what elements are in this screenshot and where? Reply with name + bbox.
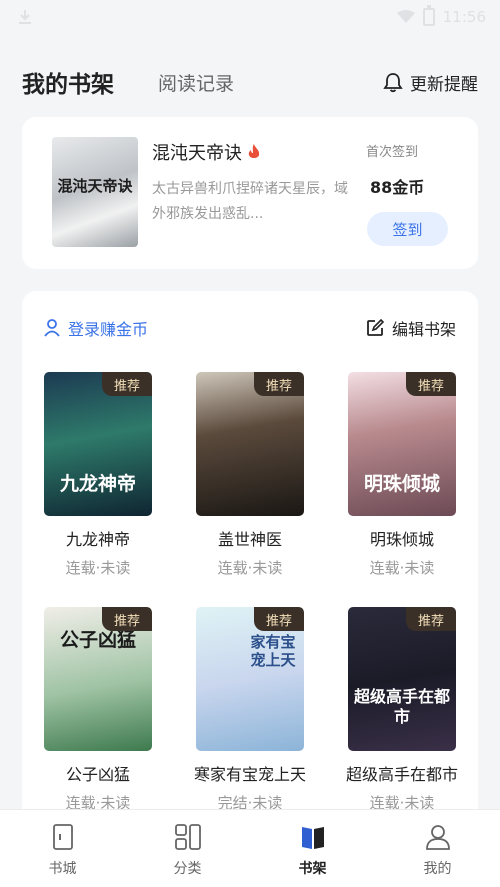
book-status: 连载·未读 xyxy=(369,559,435,577)
book-cover[interactable]: 九龙神帝 推荐 xyxy=(44,372,152,516)
book-title: 明珠倾城 xyxy=(369,530,434,549)
edit-bookshelf-label: 编辑书架 xyxy=(391,320,456,339)
nav-item-category[interactable]: 分类 xyxy=(125,810,250,887)
book-item[interactable]: 家有宝宠上天 推荐 寒家有宝宠上天 完结·未读 xyxy=(194,607,306,837)
nav-label: 我的 xyxy=(423,861,452,877)
category-icon xyxy=(174,824,201,850)
checkin-book-title: 混沌天帝诀 xyxy=(152,143,242,164)
checkin-book-title-row[interactable]: 混沌天帝诀 xyxy=(152,139,260,165)
book-item[interactable]: 超级高手在都市 推荐 超级高手在都市 连载·未读 xyxy=(346,607,458,837)
book-cover-text: 超级高手在都市 xyxy=(353,687,450,726)
wifi-icon xyxy=(396,10,415,23)
checkin-book-cover[interactable]: 混沌天帝诀 xyxy=(52,137,138,247)
bottom-nav: 书城 分类 书架 我的 xyxy=(0,809,500,887)
user-icon xyxy=(44,319,60,337)
update-reminder-button[interactable]: 更新提醒 xyxy=(382,70,478,95)
nav-label: 分类 xyxy=(173,861,202,877)
recommend-badge: 推荐 xyxy=(406,607,456,631)
checkin-reward-panel: 首次签到 88金币 xyxy=(366,141,458,198)
bookshelf-toolbar: 登录赚金币 编辑书架 xyxy=(22,313,478,343)
book-item[interactable]: 公子凶猛 推荐 公子凶猛 连载·未读 xyxy=(44,607,154,837)
book-title: 寒家有宝宠上天 xyxy=(193,765,306,784)
checkin-button[interactable]: 签到 xyxy=(367,212,448,246)
status-time: 11:56 xyxy=(442,8,486,26)
book-status: 连载·未读 xyxy=(65,559,131,577)
recommend-badge: 推荐 xyxy=(406,372,456,396)
shelf-header: 我的书架 阅读记录 更新提醒 xyxy=(0,58,500,106)
book-title: 公子凶猛 xyxy=(65,765,130,784)
book-cover-text: 家有宝宠上天 xyxy=(250,633,296,669)
book-cover-text: 明珠倾城 xyxy=(363,473,440,495)
book-title: 超级高手在都市 xyxy=(345,765,458,784)
book-title: 盖世神医 xyxy=(217,530,282,549)
recommend-badge: 推荐 xyxy=(254,372,304,396)
nav-label: 书架 xyxy=(298,861,327,877)
edit-bookshelf-button[interactable]: 编辑书架 xyxy=(366,316,456,340)
checkin-label: 首次签到 xyxy=(366,145,419,160)
nav-item-bookshelf[interactable]: 书架 xyxy=(250,810,375,887)
checkin-cover-text: 混沌天帝诀 xyxy=(57,177,133,195)
download-icon xyxy=(19,10,31,24)
bookstore-icon xyxy=(52,824,73,850)
checkin-reward: 88金币 xyxy=(370,178,425,197)
nav-item-profile[interactable]: 我的 xyxy=(375,810,500,887)
book-cover[interactable]: 公子凶猛 推荐 xyxy=(44,607,152,751)
book-cover[interactable]: 明珠倾城 推荐 xyxy=(348,372,456,516)
bell-icon xyxy=(383,73,403,93)
recommend-badge: 推荐 xyxy=(102,607,152,631)
book-item[interactable]: 明珠倾城 推荐 明珠倾城 连载·未读 xyxy=(348,372,458,602)
edit-icon xyxy=(367,319,384,336)
book-cover[interactable]: 超级高手在都市 推荐 xyxy=(348,607,456,751)
tab-my-bookshelf[interactable]: 我的书架 xyxy=(22,65,114,99)
book-status: 连载·未读 xyxy=(217,559,283,577)
recommend-badge: 推荐 xyxy=(254,607,304,631)
checkin-card: 混沌天帝诀 混沌天帝诀 太古异兽利爪捏碎诸天星辰，域外邪族发出惑乱... 首次签… xyxy=(22,117,478,269)
nav-label: 书城 xyxy=(48,861,77,877)
profile-icon xyxy=(425,825,450,850)
bookshelf-icon xyxy=(301,827,324,849)
bookshelf-card: 登录赚金币 编辑书架 九龙神帝 推荐 九龙神帝 连载·未读 推荐 盖世神医 连载… xyxy=(22,291,478,851)
status-bar: 11:56 xyxy=(0,0,500,34)
book-item[interactable]: 九龙神帝 推荐 九龙神帝 连载·未读 xyxy=(44,372,154,602)
book-item[interactable]: 推荐 盖世神医 连载·未读 xyxy=(196,372,306,602)
recommend-badge: 推荐 xyxy=(102,372,152,396)
flame-icon xyxy=(248,144,260,158)
battery-icon xyxy=(422,5,435,26)
book-cover[interactable]: 推荐 xyxy=(196,372,304,516)
update-reminder-label: 更新提醒 xyxy=(410,74,478,95)
status-right: 11:56 xyxy=(396,5,486,26)
nav-item-bookstore[interactable]: 书城 xyxy=(0,810,125,887)
tab-reading-history[interactable]: 阅读记录 xyxy=(158,69,234,96)
book-cover-text: 九龙神帝 xyxy=(59,473,136,495)
login-earn-coins-link[interactable]: 登录赚金币 xyxy=(44,316,148,340)
checkin-book-description: 太古异兽利爪捏碎诸天星辰，域外邪族发出惑乱... xyxy=(152,181,348,222)
login-earn-coins-label: 登录赚金币 xyxy=(68,320,149,339)
book-cover[interactable]: 家有宝宠上天 推荐 xyxy=(196,607,304,751)
book-title: 九龙神帝 xyxy=(65,530,130,549)
